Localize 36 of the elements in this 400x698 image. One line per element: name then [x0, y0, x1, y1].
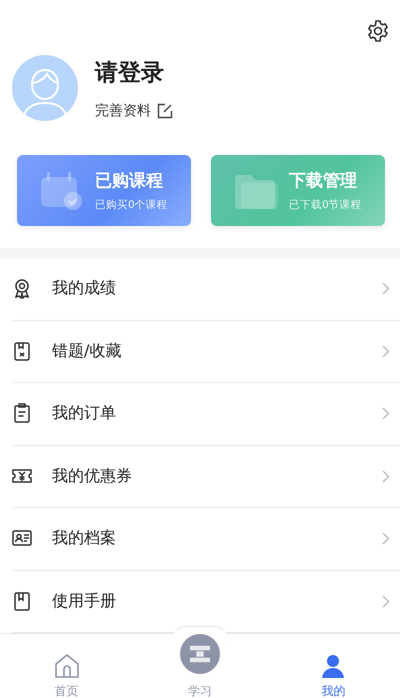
book-icon: [12, 590, 32, 612]
menu-item[interactable]: 我的订单: [12, 383, 400, 446]
profile-icon: [320, 653, 346, 679]
menu-item[interactable]: 错题/收藏: [12, 320, 400, 383]
menu-label: 我的成绩: [52, 278, 117, 300]
chevron-icon: [382, 532, 390, 546]
card-subtitle: 已购买0个课程: [95, 198, 168, 212]
award-icon: [12, 278, 32, 300]
home-icon: [54, 653, 80, 679]
settings-icon[interactable]: [366, 19, 390, 43]
chevron-icon: [382, 407, 390, 420]
menu-item[interactable]: 我的优惠券: [12, 446, 400, 508]
edit-profile-link[interactable]: 完善资料: [95, 102, 173, 120]
tab-label: 首页: [54, 684, 79, 698]
clipboard-icon: [12, 403, 32, 424]
card-subtitle: 已下载0节课程: [289, 198, 362, 212]
menu-label: 使用手册: [52, 590, 117, 612]
menu-label: 我的档案: [52, 528, 117, 550]
menu-item[interactable]: 我的成绩: [12, 258, 400, 320]
chevron-icon: [382, 282, 390, 296]
tab-label: 我的: [321, 684, 346, 698]
card-title: 下载管理: [289, 170, 358, 192]
tab-label: 学习: [188, 684, 212, 698]
menu-label: 我的优惠券: [52, 466, 133, 487]
card-title: 已购课程: [95, 170, 164, 192]
bookmark-icon: [12, 340, 32, 362]
login-prompt[interactable]: 请登录: [95, 56, 173, 88]
chevron-icon: [382, 344, 390, 358]
tab-item[interactable]: 我的: [266, 634, 400, 698]
chevron-icon: [382, 594, 390, 608]
menu-label: 我的订单: [52, 403, 117, 424]
menu-item[interactable]: 我的档案: [12, 508, 400, 570]
menu-label: 错题/收藏: [52, 340, 122, 362]
edit-icon: [157, 102, 173, 118]
calendar-icon: [39, 170, 85, 210]
chevron-icon: [382, 470, 390, 483]
